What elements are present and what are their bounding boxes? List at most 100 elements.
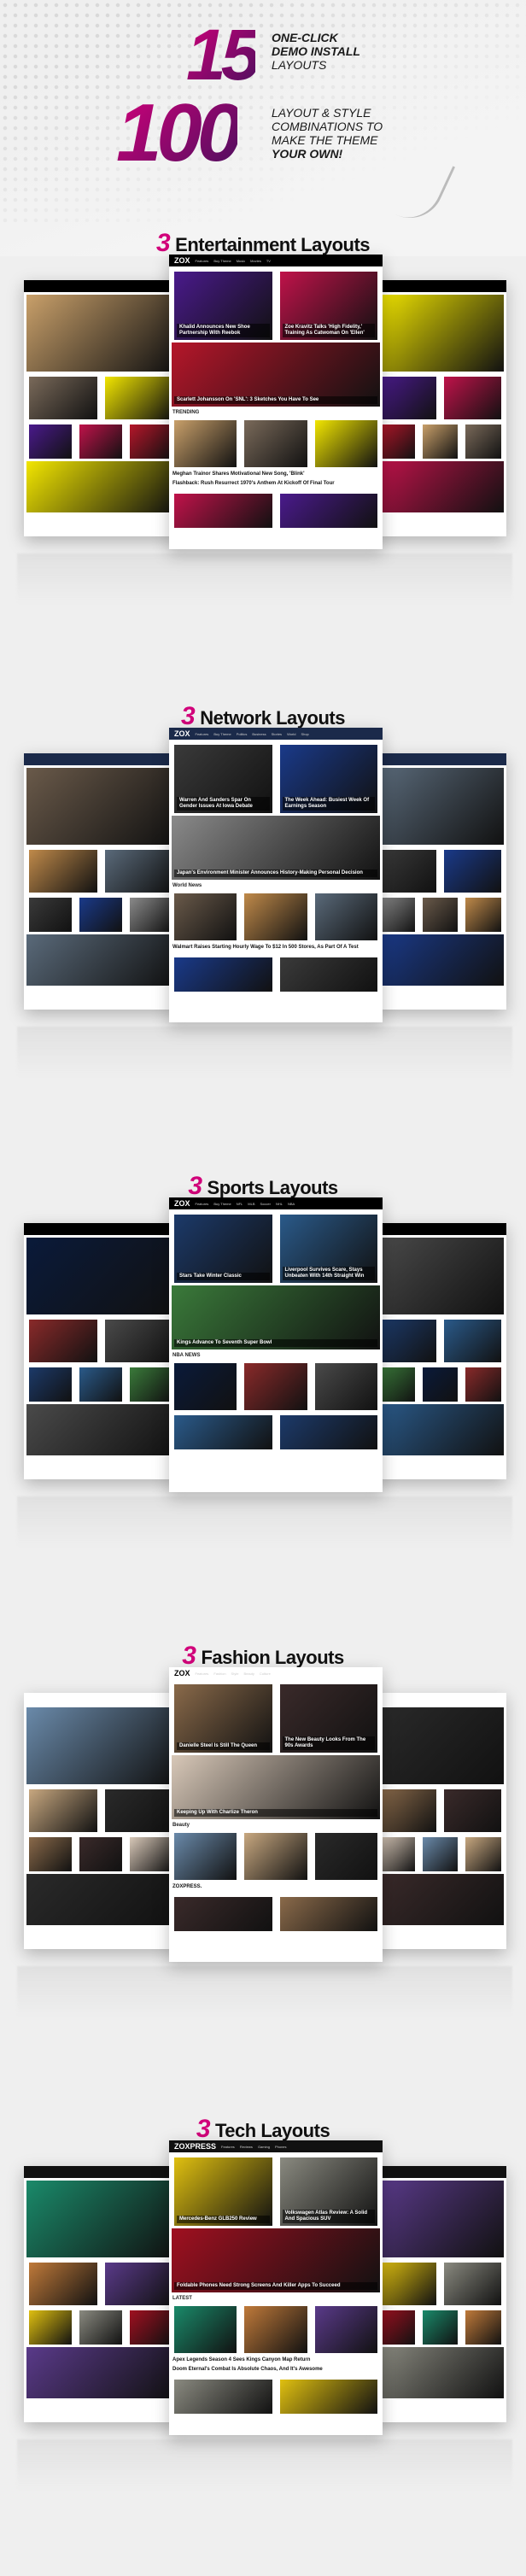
article-image[interactable]: [465, 1837, 501, 1871]
article-image[interactable]: Zoe Kravitz Talks 'High Fidelity,' Train…: [279, 272, 377, 340]
article-image[interactable]: [377, 934, 504, 986]
nav-item[interactable]: MLB: [248, 1202, 254, 1206]
article-image[interactable]: [174, 494, 272, 528]
article-headline[interactable]: Khalid Announces New Shoe Partnership Wi…: [177, 324, 270, 337]
article-image[interactable]: [279, 1897, 377, 1931]
nav-item[interactable]: Soccer: [260, 1202, 271, 1206]
article-image[interactable]: [377, 295, 504, 372]
article-headline[interactable]: Liverpool Survives Scare, Stays Unbeaten…: [282, 1267, 375, 1280]
article-headline[interactable]: Apex Legends Season 4 Sees Kings Canyon …: [169, 2356, 383, 2365]
right-layout-preview[interactable]: [374, 753, 506, 1010]
nav-item[interactable]: NFL: [237, 1202, 243, 1206]
article-headline[interactable]: Stars Take Winter Classic: [177, 1273, 270, 1280]
article-image[interactable]: [130, 898, 172, 932]
article-image[interactable]: [379, 2310, 415, 2345]
article-headline[interactable]: ZOXPRESS.: [169, 1882, 383, 1892]
nav-item[interactable]: Features: [196, 732, 209, 736]
nav-item[interactable]: Buy Theme: [213, 1202, 231, 1206]
article-image[interactable]: [29, 2310, 72, 2345]
article-headline[interactable]: Flashback: Rush Resurrect 1970's Anthem …: [169, 479, 383, 489]
center-layout-preview[interactable]: ZOX Features Buy Theme NFL MLB Soccer NHL NBA S…: [169, 1197, 383, 1492]
article-image[interactable]: The New Beauty Looks From The 90s Awards: [279, 1684, 377, 1753]
nav-item[interactable]: Fashion: [213, 1671, 225, 1676]
article-image[interactable]: [379, 424, 415, 459]
article-image[interactable]: Danielle Steel Is Still The Queen: [174, 1684, 272, 1753]
article-image[interactable]: [29, 424, 72, 459]
article-image[interactable]: [379, 1320, 436, 1362]
article-image[interactable]: [29, 1837, 72, 1871]
article-image[interactable]: [444, 377, 501, 419]
article-image[interactable]: [422, 2310, 459, 2345]
nav-item[interactable]: Beauty: [243, 1671, 254, 1676]
article-image[interactable]: [379, 1837, 415, 1871]
article-image[interactable]: [26, 1238, 175, 1314]
site-logo[interactable]: ZOX: [174, 1669, 190, 1677]
article-image[interactable]: [130, 1367, 172, 1402]
article-image[interactable]: [377, 2347, 504, 2398]
article-image[interactable]: [377, 461, 504, 512]
article-image[interactable]: [444, 1320, 501, 1362]
article-image[interactable]: [26, 768, 175, 845]
article-image[interactable]: [104, 377, 172, 419]
article-headline[interactable]: Doom Eternal's Combat Is Absolute Chaos,…: [169, 2365, 383, 2374]
article-image[interactable]: Volkswagen Atlas Review: A Solid And Spa…: [279, 2157, 377, 2226]
article-image[interactable]: [174, 1897, 272, 1931]
right-layout-preview[interactable]: [374, 280, 506, 536]
article-image[interactable]: [377, 1874, 504, 1925]
article-image[interactable]: [29, 850, 97, 893]
article-headline[interactable]: Meghan Trainor Shares Motivational New S…: [169, 470, 383, 479]
nav-item[interactable]: Stories: [272, 732, 282, 736]
nav-item[interactable]: Style: [231, 1671, 239, 1676]
article-image[interactable]: [377, 2181, 504, 2257]
right-layout-preview[interactable]: [374, 1223, 506, 1479]
nav-item[interactable]: Buy Theme: [213, 259, 231, 263]
article-image[interactable]: [244, 420, 307, 467]
article-image[interactable]: [379, 850, 436, 893]
article-image[interactable]: Liverpool Survives Scare, Stays Unbeaten…: [279, 1215, 377, 1283]
article-image[interactable]: [314, 1833, 377, 1880]
article-image[interactable]: [244, 1363, 307, 1410]
article-image[interactable]: Warren And Sanders Spar On Gender Issues…: [174, 745, 272, 813]
article-image[interactable]: [174, 893, 237, 940]
site-logo[interactable]: ZOXPRESS: [174, 2142, 216, 2151]
left-layout-preview[interactable]: [24, 753, 178, 1010]
center-layout-preview[interactable]: ZOXPRESS Features Reviews Gaming Phones Merc…: [169, 2140, 383, 2435]
article-image[interactable]: [26, 2347, 175, 2398]
center-layout-preview[interactable]: ZOX Features Buy Theme Politics Business Stor…: [169, 728, 383, 1022]
article-image[interactable]: Scarlett Johansson On 'SNL': 3 Sketches …: [172, 342, 380, 407]
article-image[interactable]: [244, 1833, 307, 1880]
article-image[interactable]: [29, 1789, 97, 1832]
article-image[interactable]: [444, 1789, 501, 1832]
article-headline[interactable]: Scarlett Johansson On 'SNL': 3 Sketches …: [174, 396, 377, 404]
article-image[interactable]: [26, 1707, 175, 1784]
article-image[interactable]: [130, 2310, 172, 2345]
article-image[interactable]: Foldable Phones Need Strong Screens And …: [172, 2228, 380, 2292]
article-image[interactable]: [104, 1789, 172, 1832]
article-headline[interactable]: Zoe Kravitz Talks 'High Fidelity,' Train…: [282, 324, 375, 337]
article-image[interactable]: [104, 2263, 172, 2305]
article-headline[interactable]: The New Beauty Looks From The 90s Awards: [282, 1736, 375, 1750]
article-image[interactable]: [130, 424, 172, 459]
article-image[interactable]: [244, 893, 307, 940]
article-image[interactable]: [244, 2306, 307, 2353]
site-logo[interactable]: ZOX: [174, 1199, 190, 1208]
nav-item[interactable]: Movies: [250, 259, 261, 263]
article-headline[interactable]: Warren And Sanders Spar On Gender Issues…: [177, 797, 270, 811]
article-image[interactable]: Khalid Announces New Shoe Partnership Wi…: [174, 272, 272, 340]
article-image[interactable]: Keeping Up With Charlize Theron: [172, 1755, 380, 1819]
article-image[interactable]: [174, 1415, 272, 1449]
article-image[interactable]: [377, 1404, 504, 1455]
article-image[interactable]: [379, 2263, 436, 2305]
article-image[interactable]: [377, 1707, 504, 1784]
article-headline[interactable]: Danielle Steel Is Still The Queen: [177, 1742, 270, 1750]
article-image[interactable]: [79, 2310, 122, 2345]
nav-item[interactable]: World: [287, 732, 295, 736]
article-image[interactable]: [377, 1238, 504, 1314]
article-image[interactable]: [174, 1833, 237, 1880]
article-headline[interactable]: Kings Advance To Seventh Super Bowl: [174, 1339, 377, 1347]
site-logo[interactable]: ZOX: [174, 256, 190, 265]
article-image[interactable]: [465, 898, 501, 932]
nav-item[interactable]: Shop: [301, 732, 308, 736]
article-image[interactable]: [174, 957, 272, 992]
article-image[interactable]: [29, 377, 97, 419]
